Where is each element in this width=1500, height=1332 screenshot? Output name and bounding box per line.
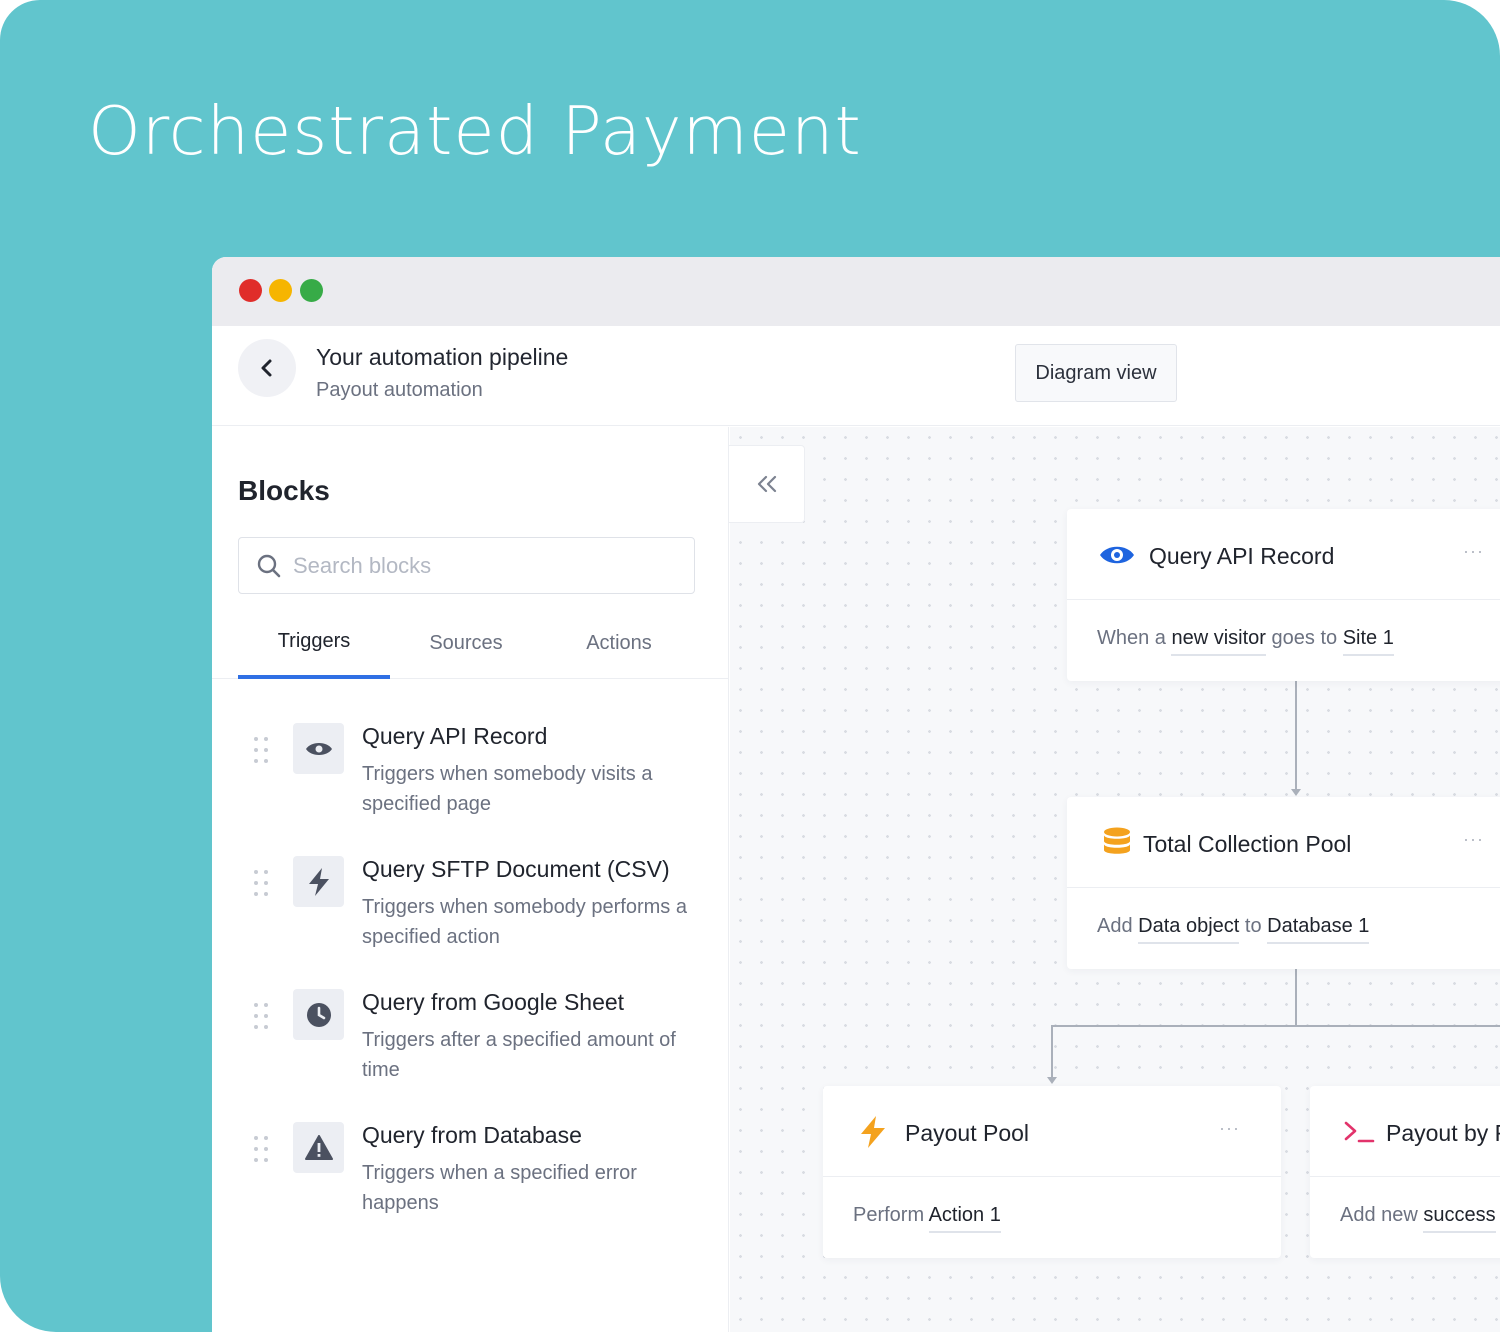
block-item-title: Query from Google Sheet (362, 989, 625, 1015)
card-body-text: to (1239, 915, 1268, 937)
terminal-icon (1340, 1116, 1380, 1148)
pipeline-card-query-api-record[interactable]: Query API Record ··· When a new visitor … (1067, 509, 1500, 681)
block-tabs: Triggers Sources Actions (212, 607, 729, 679)
eye-icon (293, 723, 344, 774)
card-body: Add Data object to Database 1 (1097, 915, 1370, 944)
card-body: When a new visitor goes to Site 1 (1097, 627, 1394, 656)
collapse-sidebar-button[interactable] (729, 445, 805, 523)
hero-title: Orchestrated Payment (88, 92, 862, 170)
bolt-icon (293, 856, 344, 907)
block-item-description: Triggers when a specified error happens (362, 1162, 637, 1214)
card-body-text: Add (1097, 915, 1139, 937)
card-title: Payout by F (1386, 1120, 1500, 1146)
card-body-text: Perform (853, 1204, 929, 1226)
card-body-field[interactable]: Action 1 (928, 1204, 1001, 1233)
block-item-query-api-record[interactable]: Query API Record Triggers when somebody … (212, 717, 729, 837)
search-box (238, 537, 695, 594)
drag-handle-icon[interactable] (254, 1136, 268, 1162)
card-body-field[interactable]: success (1423, 1204, 1496, 1233)
card-title: Query API Record (1149, 543, 1335, 569)
block-item-title: Query from Database (362, 1122, 582, 1148)
block-item-query-google-sheet[interactable]: Query from Google Sheet Triggers after a… (212, 983, 729, 1103)
connector-arrow (1291, 789, 1301, 796)
card-header: Payout Pool ··· (823, 1086, 1281, 1177)
more-options-button[interactable]: ··· (1463, 541, 1484, 562)
card-body-text: goes to (1265, 627, 1343, 649)
block-item-description: Triggers when somebody performs a specif… (362, 896, 687, 948)
window-titlebar (212, 257, 1500, 326)
block-item-query-sftp-document[interactable]: Query SFTP Document (CSV) Triggers when … (212, 850, 729, 970)
connector-line (1295, 969, 1297, 1027)
eye-icon (1097, 539, 1137, 571)
window-close-button[interactable] (239, 279, 262, 302)
card-header: Payout by F (1310, 1086, 1500, 1177)
block-item-description: Triggers when somebody visits a specifie… (362, 763, 653, 815)
block-item-title: Query API Record (362, 723, 548, 749)
warning-icon (293, 1122, 344, 1173)
card-body-field[interactable]: Database 1 (1267, 915, 1370, 944)
pipeline-title: Your automation pipeline (316, 344, 569, 370)
window-maximize-button[interactable] (300, 279, 323, 302)
chevron-left-icon (261, 359, 272, 377)
clock-icon (293, 989, 344, 1040)
card-body-field[interactable]: Site 1 (1342, 627, 1394, 656)
block-item-description: Triggers after a specified amount of tim… (362, 1029, 676, 1081)
pipeline-canvas[interactable]: Query API Record ··· When a new visitor … (730, 427, 1500, 1332)
drag-handle-icon[interactable] (254, 737, 268, 763)
card-body-text: When a (1097, 627, 1172, 649)
pipeline-subtitle: Payout automation (316, 379, 483, 401)
search-icon (257, 554, 281, 578)
drag-handle-icon[interactable] (254, 870, 268, 896)
more-options-button[interactable]: ··· (1463, 829, 1484, 850)
drag-handle-icon[interactable] (254, 1003, 268, 1029)
connector-line (1051, 1025, 1500, 1027)
connector-arrow (1047, 1077, 1057, 1084)
pipeline-card-payout-by[interactable]: Payout by F Add new success (1310, 1086, 1500, 1258)
card-header: Query API Record ··· (1067, 509, 1500, 600)
more-options-button[interactable]: ··· (1219, 1118, 1240, 1139)
card-body-text: Add new (1340, 1204, 1424, 1226)
connector-line (1051, 1025, 1053, 1077)
pipeline-card-total-collection-pool[interactable]: Total Collection Pool ··· Add Data objec… (1067, 797, 1500, 969)
card-title: Total Collection Pool (1143, 831, 1352, 857)
diagram-view-button[interactable]: Diagram view (1015, 344, 1177, 402)
card-header: Total Collection Pool ··· (1067, 797, 1500, 888)
double-chevron-left-icon (757, 475, 776, 493)
tab-actions[interactable]: Actions (543, 607, 695, 679)
card-body-field[interactable]: Data object (1138, 915, 1240, 944)
pipeline-card-payout-pool[interactable]: Payout Pool ··· Perform Action 1 (823, 1086, 1281, 1258)
card-body: Add new success (1340, 1204, 1496, 1233)
block-item-title: Query SFTP Document (CSV) (362, 856, 670, 882)
blocks-title: Blocks (238, 475, 330, 506)
card-title: Payout Pool (905, 1120, 1030, 1146)
connector-line (1295, 681, 1297, 789)
card-body-field[interactable]: new visitor (1171, 627, 1266, 656)
tab-triggers[interactable]: Triggers (238, 607, 390, 679)
search-input[interactable] (293, 548, 673, 584)
app-window: Your automation pipeline Payout automati… (212, 257, 1500, 1332)
blocks-sidebar: Blocks Triggers Sources Actions Query AP… (212, 427, 729, 1332)
database-icon (1097, 827, 1137, 859)
pipeline-header: Your automation pipeline Payout automati… (212, 326, 1500, 426)
window-minimize-button[interactable] (269, 279, 292, 302)
bolt-icon (853, 1116, 893, 1148)
card-body: Perform Action 1 (853, 1204, 1001, 1233)
block-item-query-database[interactable]: Query from Database Triggers when a spec… (212, 1116, 729, 1236)
tab-sources[interactable]: Sources (390, 607, 542, 679)
back-button[interactable] (238, 339, 296, 397)
background-panel: Orchestrated Payment Your automation pip… (0, 0, 1500, 1332)
